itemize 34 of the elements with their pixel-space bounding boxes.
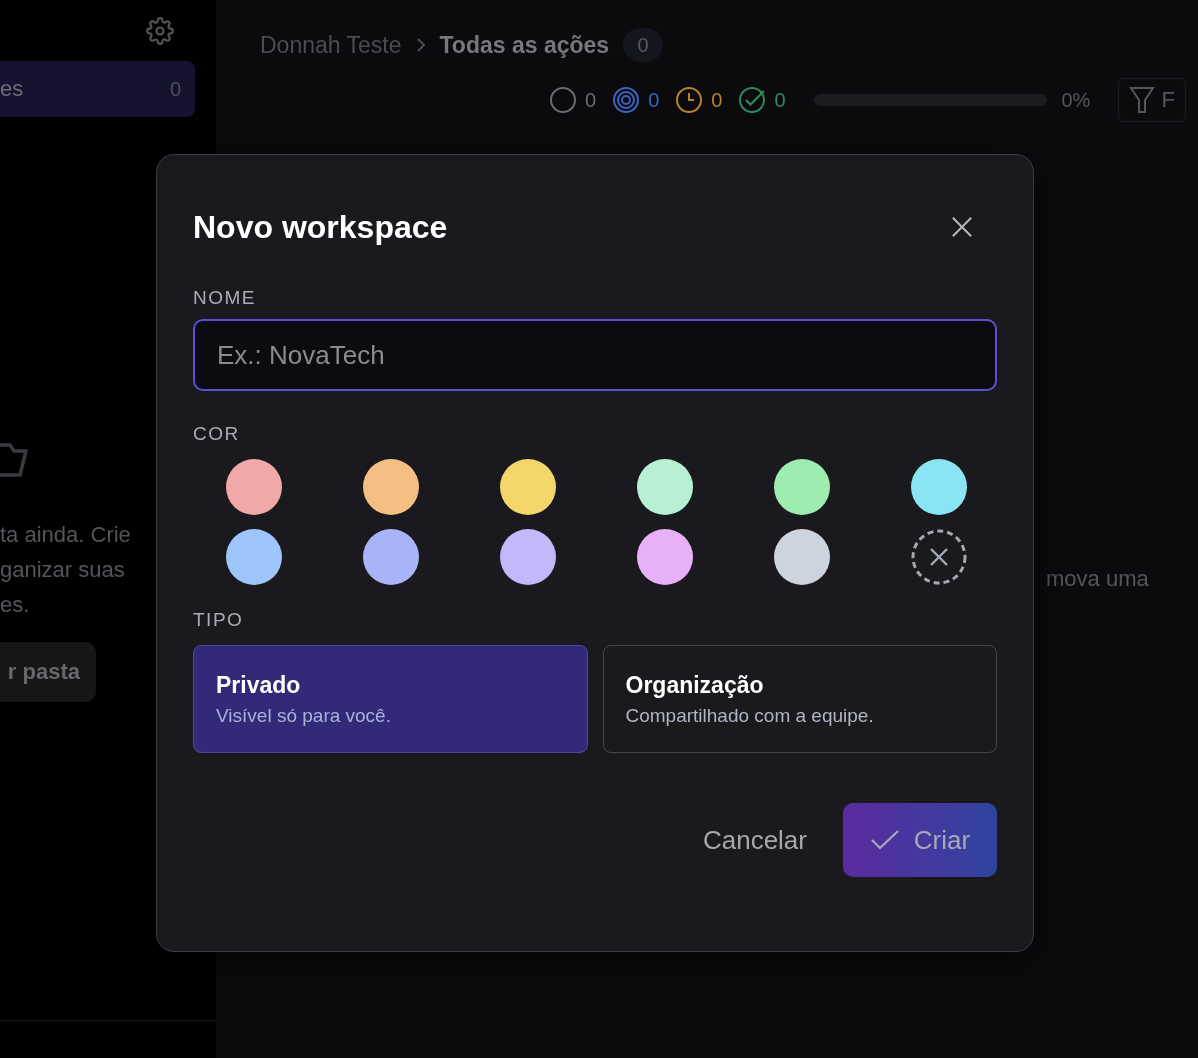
field-label: NOME [193, 287, 257, 309]
option-description: Visível só para você. [216, 705, 392, 727]
create-button[interactable]: Criar [843, 803, 997, 877]
stat-count: 0 [648, 88, 660, 112]
stat-count: 0 [585, 88, 597, 112]
check-icon [869, 829, 900, 851]
empty-text: mova uma [1046, 566, 1149, 592]
cancel-button[interactable]: Cancelar [702, 824, 807, 856]
dialog-title: Novo workspace [193, 208, 448, 246]
breadcrumb-link[interactable]: Donnah Teste [260, 31, 402, 59]
empty-text: ganizar suas [0, 556, 126, 584]
field-label: TIPO [193, 609, 245, 631]
stat-count: 0 [774, 88, 786, 112]
close-icon[interactable] [951, 216, 973, 238]
type-option[interactable]: Privado Visível só para você. [193, 645, 588, 753]
empty-text: ta ainda. Crie [0, 521, 131, 549]
option-title: Organização [625, 672, 765, 699]
option-title: Privado [216, 672, 302, 699]
filter-button[interactable]: F [1118, 78, 1186, 122]
empty-text: es. [0, 591, 31, 619]
progress-reading: 0% [1061, 88, 1091, 112]
name-field[interactable]: Ex.: NovaTech [193, 319, 997, 391]
filter-icon [1129, 85, 1156, 115]
settings-icon[interactable] [146, 17, 174, 45]
sidebar-item[interactable]: es 0 [0, 61, 195, 117]
stat-count: 0 [711, 88, 723, 112]
page-title: Todas as ações [439, 31, 610, 59]
type-option[interactable]: Organização Compartilhado com a equipe. [602, 645, 997, 753]
create-folder-button[interactable]: r pasta [0, 642, 96, 702]
chevron-icon [415, 37, 426, 53]
count-badge: 0 [623, 28, 664, 62]
field-label: COR [193, 423, 241, 445]
no-color-icon[interactable] [910, 529, 967, 585]
option-description: Compartilhado com a equipe. [625, 705, 875, 727]
